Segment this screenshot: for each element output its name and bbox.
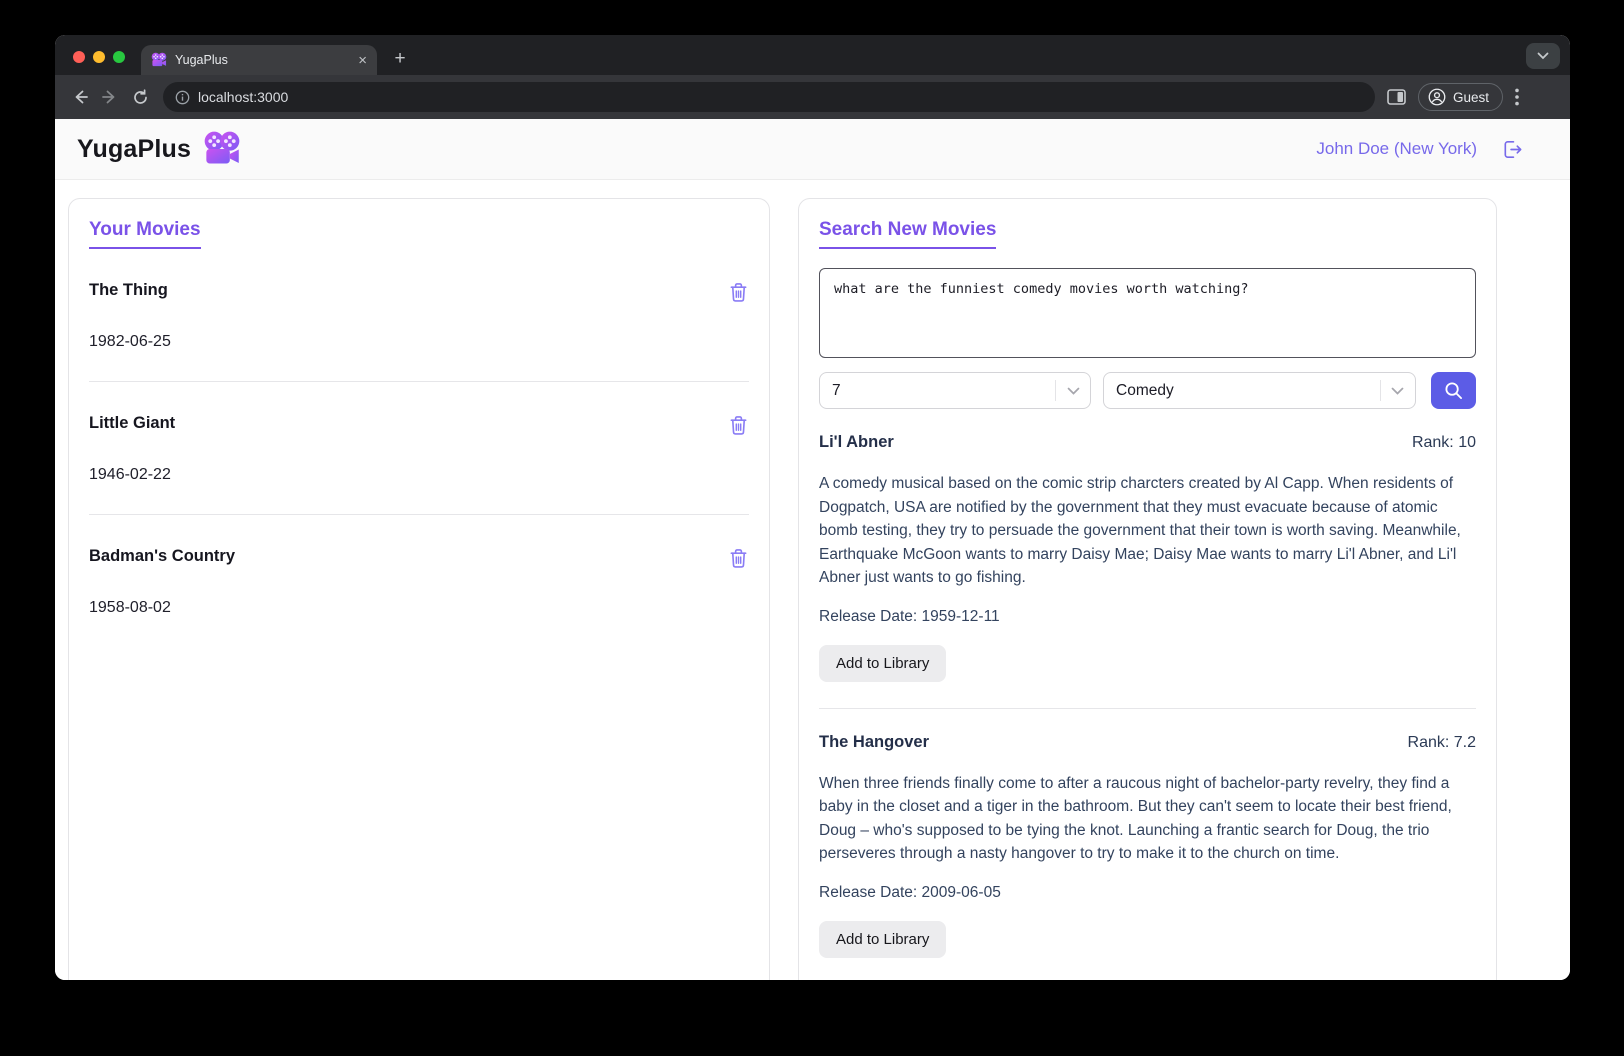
browser-tab-strip: YugaPlus × + bbox=[55, 35, 1570, 75]
toolbar-right-controls: Guest bbox=[1387, 83, 1519, 111]
new-tab-button[interactable]: + bbox=[387, 46, 413, 72]
forward-button[interactable] bbox=[95, 82, 125, 112]
delete-movie-button[interactable] bbox=[728, 281, 749, 303]
browser-toolbar: localhost:3000 Guest bbox=[55, 75, 1570, 119]
result-rank: Rank: 7.2 bbox=[1407, 733, 1476, 751]
chevron-down-icon[interactable] bbox=[1056, 387, 1090, 395]
result-description: When three friends finally come to after… bbox=[819, 774, 1452, 863]
trash-icon bbox=[730, 549, 747, 568]
tab-close-icon[interactable]: × bbox=[358, 53, 367, 68]
site-info-icon[interactable] bbox=[175, 90, 190, 105]
forward-arrow-icon bbox=[102, 90, 115, 104]
your-movies-panel: Your Movies The Thing 1982-06-25 Little … bbox=[68, 198, 770, 980]
movie-row: The Thing 1982-06-25 bbox=[89, 249, 749, 381]
search-icon bbox=[1445, 382, 1462, 400]
genre-select-value: Comedy bbox=[1116, 381, 1174, 399]
rank-select-value: 7 bbox=[832, 381, 841, 399]
kebab-menu-icon bbox=[1515, 88, 1519, 106]
add-to-library-button[interactable]: Add to Library bbox=[819, 644, 947, 682]
url-text: localhost:3000 bbox=[198, 89, 289, 105]
profile-button[interactable]: Guest bbox=[1418, 83, 1504, 111]
search-movies-panel: Search New Movies what are the funniest … bbox=[798, 198, 1497, 980]
browser-tab[interactable]: YugaPlus × bbox=[141, 45, 377, 75]
minimize-window-button[interactable] bbox=[93, 51, 105, 63]
side-panel-button[interactable] bbox=[1387, 89, 1406, 105]
tab-search-chevron-button[interactable] bbox=[1526, 43, 1560, 69]
delete-movie-button[interactable] bbox=[728, 547, 749, 569]
movie-release-date: 1982-06-25 bbox=[89, 333, 171, 350]
movie-camera-logo-icon bbox=[203, 131, 241, 167]
result-title: The Hangover bbox=[819, 732, 930, 751]
add-to-library-button[interactable]: Add to Library bbox=[819, 920, 947, 958]
genre-select[interactable]: Comedy bbox=[1103, 372, 1416, 409]
movie-row: Badman's Country 1958-08-02 bbox=[89, 515, 749, 647]
movie-title: Little Giant bbox=[89, 414, 176, 432]
movie-release-date: 1946-02-22 bbox=[89, 466, 171, 483]
trash-icon bbox=[730, 416, 747, 435]
result-release-date: Release Date: 2009-06-05 bbox=[819, 883, 1001, 901]
app-title: YugaPlus bbox=[77, 134, 192, 163]
result-description: A comedy musical based on the comic stri… bbox=[819, 475, 1461, 586]
profile-label: Guest bbox=[1453, 89, 1490, 105]
back-arrow-icon bbox=[75, 90, 88, 104]
maximize-window-button[interactable] bbox=[113, 51, 125, 63]
search-result: The Hangover Rank: 7.2 When three friend… bbox=[819, 709, 1476, 981]
movie-title: The Thing bbox=[89, 281, 168, 299]
window-controls bbox=[73, 51, 125, 63]
address-bar[interactable]: localhost:3000 bbox=[163, 82, 1375, 112]
result-title: Li'l Abner bbox=[819, 433, 894, 451]
movie-release-date: 1958-08-02 bbox=[89, 599, 171, 616]
trash-icon bbox=[730, 283, 747, 302]
chevron-down-icon bbox=[1537, 52, 1549, 60]
search-result: Li'l Abner Rank: 10 A comedy musical bas… bbox=[819, 409, 1476, 709]
screenshot-background: YugaPlus × + localhost:3000 Guest YugaPl… bbox=[0, 0, 1624, 1056]
tab-title: YugaPlus bbox=[175, 53, 228, 67]
side-panel-icon bbox=[1387, 89, 1406, 105]
chevron-down-icon[interactable] bbox=[1381, 387, 1415, 395]
search-button[interactable] bbox=[1430, 372, 1476, 409]
app-page: YugaPlus John Doe (New York) Your Movies… bbox=[55, 119, 1570, 980]
user-name-location: John Doe (New York) bbox=[1316, 139, 1477, 158]
close-window-button[interactable] bbox=[73, 51, 85, 63]
app-header: YugaPlus John Doe (New York) bbox=[55, 119, 1570, 180]
search-controls: 7 Comedy bbox=[819, 372, 1476, 409]
browser-menu-button[interactable] bbox=[1515, 88, 1519, 106]
back-button[interactable] bbox=[65, 82, 95, 112]
logout-icon[interactable] bbox=[1501, 138, 1524, 161]
profile-avatar-icon bbox=[1428, 88, 1446, 106]
result-release-date: Release Date: 1959-12-11 bbox=[819, 607, 1000, 625]
movie-title: Badman's Country bbox=[89, 547, 236, 565]
result-rank: Rank: 10 bbox=[1411, 434, 1476, 451]
browser-window: YugaPlus × + localhost:3000 Guest YugaPl… bbox=[55, 35, 1570, 980]
tab-favicon-movie-camera-icon bbox=[151, 52, 167, 68]
reload-button[interactable] bbox=[125, 82, 155, 112]
movie-row: Little Giant 1946-02-22 bbox=[89, 382, 749, 514]
search-movies-heading: Search New Movies bbox=[819, 219, 997, 249]
delete-movie-button[interactable] bbox=[728, 414, 749, 436]
search-query-input[interactable]: what are the funniest comedy movies wort… bbox=[819, 268, 1476, 358]
user-area: John Doe (New York) bbox=[1316, 138, 1524, 161]
rank-select[interactable]: 7 bbox=[819, 372, 1091, 409]
reload-icon bbox=[133, 88, 147, 104]
app-brand: YugaPlus bbox=[77, 131, 241, 167]
your-movies-heading: Your Movies bbox=[89, 219, 201, 249]
